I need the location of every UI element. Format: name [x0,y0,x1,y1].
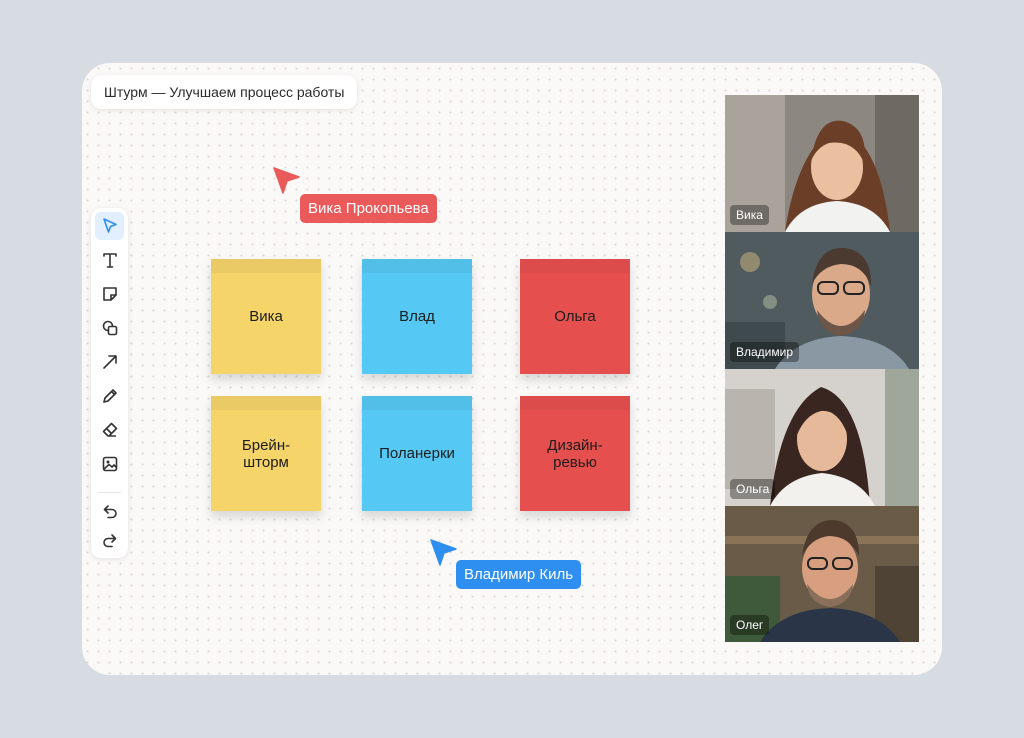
redo-icon [100,530,120,550]
collaborator-cursor-vladimir [429,538,459,568]
arrow-tool-button[interactable] [95,348,124,376]
participant-name: Ольга [730,479,776,499]
sticky-note[interactable]: Брейн- шторм [211,396,321,511]
collaborator-name: Вика Прокопьева [308,200,429,217]
undo-icon [100,501,120,521]
sticky-note-text: Поланерки [379,445,455,462]
board-title: Штурм — Улучшаем процесс работы [91,75,358,109]
sticky-note-tool-button[interactable] [95,280,124,308]
participant-name: Владимир [730,342,800,362]
collaborator-cursor-label: Вика Прокопьева [300,194,437,223]
shapes-tool-button[interactable] [95,314,124,342]
shapes-icon [100,318,120,338]
sticky-note[interactable]: Ольга [520,259,630,374]
participant-name: Олег [730,615,770,635]
cursor-arrow-icon [100,216,120,236]
whiteboard-canvas[interactable]: Штурм — Улучшаем процесс работы Вика Вла… [82,63,942,675]
video-tile[interactable]: Олег [725,506,919,642]
toolbar-divider [98,492,121,493]
arrow-icon [100,352,120,372]
sticky-note-text: Вика [249,308,283,325]
collaborator-name: Владимир Киль [464,566,574,583]
sticky-note-text: Дизайн- ревью [547,436,603,471]
video-tile[interactable]: Ольга [725,369,919,506]
collaborator-cursor-label: Владимир Киль [456,560,582,589]
text-icon [100,250,120,270]
undo-button[interactable] [95,497,124,525]
cursor-pointer-icon [272,166,302,196]
sticky-note-text: Влад [399,308,435,325]
board-title-text: Штурм — Улучшаем процесс работы [104,84,345,100]
collaborator-cursor-vika [272,166,302,196]
video-tile[interactable]: Владимир [725,232,919,369]
text-tool-button[interactable] [95,246,124,274]
image-icon [100,454,120,474]
sticky-note[interactable]: Дизайн- ревью [520,396,630,511]
pencil-tool-button[interactable] [95,382,124,410]
redo-button[interactable] [95,526,124,554]
sticky-note-text: Брейн- шторм [241,436,291,471]
pencil-icon [100,386,120,406]
image-tool-button[interactable] [95,450,124,478]
sticky-note[interactable]: Вика [211,259,321,374]
sticky-note-text: Ольга [554,308,596,325]
video-tile[interactable]: Вика [725,95,919,232]
eraser-tool-button[interactable] [95,416,124,444]
participant-name: Вика [730,205,769,225]
select-tool-button[interactable] [95,212,124,240]
sticky-note[interactable]: Поланерки [362,396,472,511]
sticky-note[interactable]: Влад [362,259,472,374]
eraser-icon [100,420,120,440]
tools-toolbar [91,208,128,558]
sticky-note-icon [100,284,120,304]
cursor-pointer-icon [429,538,459,568]
